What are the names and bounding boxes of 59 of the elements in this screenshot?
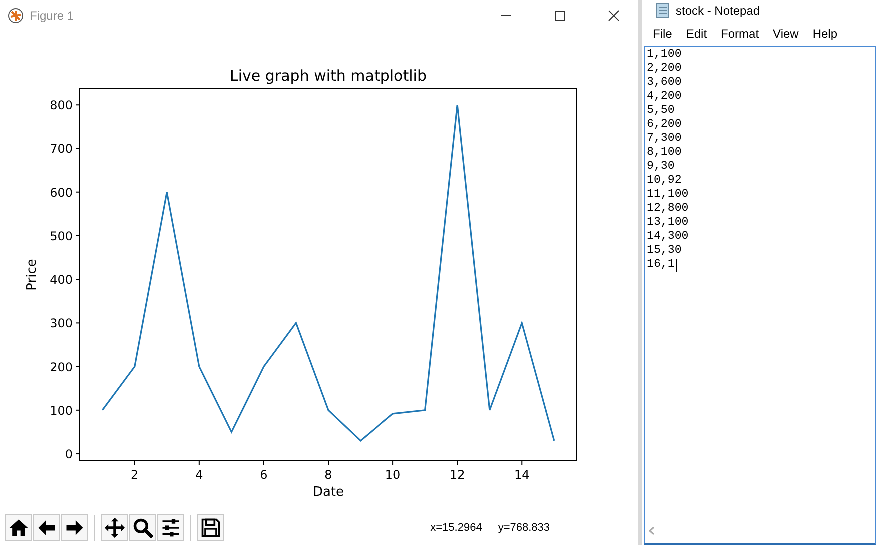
text-line: 2,200 <box>647 62 682 76</box>
text-line: 9,30 <box>647 160 675 174</box>
text-line: 6,200 <box>647 118 682 132</box>
x-tick-label: 10 <box>385 468 401 482</box>
maximize-icon[interactable] <box>554 10 566 22</box>
x-tick-label: 4 <box>196 468 204 482</box>
window-title: stock - Notepad <box>676 4 760 18</box>
home-button[interactable] <box>5 514 32 541</box>
text-line: 15,30 <box>647 244 682 258</box>
x-tick-label: 8 <box>324 468 332 482</box>
window-title: Figure 1 <box>30 9 76 23</box>
search-icon <box>132 516 154 538</box>
forward-arrow-button[interactable] <box>61 514 88 541</box>
text-line: 1,100 <box>647 48 682 62</box>
text-line: 10,92 <box>647 174 682 188</box>
x-axis-label: Date <box>312 485 344 500</box>
y-tick-label: 0 <box>65 448 73 462</box>
menu-item[interactable]: View <box>766 27 806 41</box>
cursor-coordinate: x=15.2964 <box>430 522 482 534</box>
x-tick-label: 2 <box>131 468 139 482</box>
y-tick-label: 800 <box>50 98 73 113</box>
menu-item[interactable]: Help <box>806 27 845 41</box>
x-tick-label: 12 <box>450 468 466 482</box>
menu-item[interactable]: File <box>646 27 680 41</box>
y-tick-label: 500 <box>50 229 73 244</box>
text-line: 8,100 <box>647 146 682 160</box>
y-tick-label: 700 <box>50 142 73 156</box>
text-line: 12,800 <box>647 202 689 216</box>
notepad-icon <box>656 3 670 19</box>
x-tick-label: 6 <box>260 468 268 482</box>
close-icon[interactable] <box>608 10 620 22</box>
menu-item[interactable]: Format <box>714 27 766 41</box>
y-tick-label: 600 <box>50 186 73 200</box>
y-tick-label: 300 <box>50 316 73 331</box>
floppy-disk-button[interactable] <box>197 514 224 541</box>
y-axis-label: Price <box>25 259 40 291</box>
text-cursor <box>676 258 677 272</box>
text-line: 13,100 <box>647 216 689 230</box>
text-line: 3,600 <box>647 76 682 90</box>
search-button[interactable] <box>129 514 156 541</box>
y-tick-label: 400 <box>50 273 73 288</box>
text-line: 16,1 <box>647 258 675 272</box>
text-line: 4,200 <box>647 90 682 104</box>
move-icon <box>104 516 126 538</box>
chart-title: Live graph with matplotlib <box>230 67 427 85</box>
x-tick-label: 14 <box>514 468 530 482</box>
app-icon <box>8 8 24 24</box>
sliders-button[interactable] <box>157 514 184 541</box>
text-editor[interactable]: 1,100 2,200 3,600 4,200 5,50 6,200 7,300 8,100 9,30 10,92 11,100 12,800 13,100 14,300 15,30 16,1 <box>644 46 876 545</box>
text-line: 7,300 <box>647 132 682 146</box>
y-tick-label: 200 <box>50 360 73 374</box>
text-line: 5,50 <box>647 104 675 118</box>
y-tick-label: 100 <box>50 404 73 418</box>
back-arrow-button[interactable] <box>33 514 60 541</box>
cursor-coordinate: y=768.833 <box>498 522 550 534</box>
text-line: 11,100 <box>647 188 689 202</box>
menu-item[interactable]: Edit <box>679 27 714 41</box>
move-button[interactable] <box>101 514 128 541</box>
text-line: 14,300 <box>647 230 689 244</box>
